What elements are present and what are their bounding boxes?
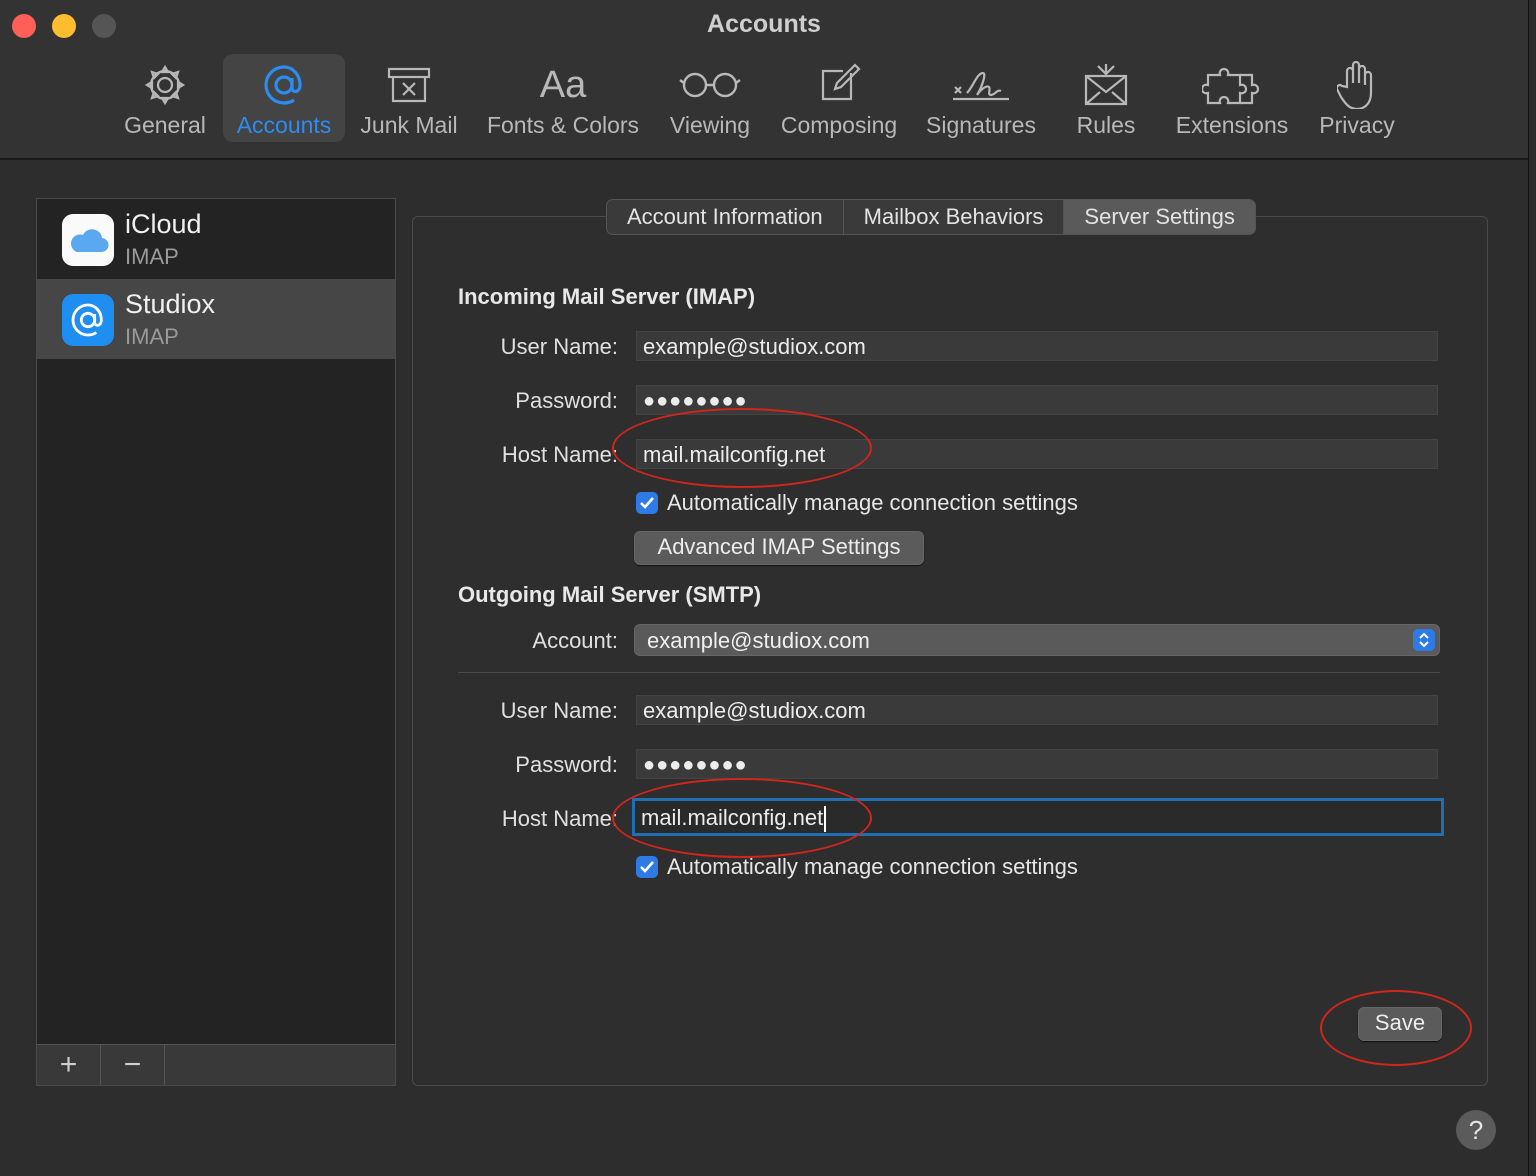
toolbar-item-composing[interactable]: Composing: [772, 54, 906, 142]
account-row-icloud[interactable]: iCloud IMAP: [37, 199, 395, 279]
add-account-button[interactable]: +: [37, 1045, 101, 1085]
toolbar-label: Rules: [1076, 112, 1136, 138]
field-value: mail.mailconfig.net: [641, 805, 824, 830]
window-title: Accounts: [707, 10, 821, 38]
toolbar-label: Accounts: [236, 112, 332, 138]
toolbar-item-extensions[interactable]: Extensions: [1168, 54, 1296, 142]
incoming-host-label: Host Name:: [501, 442, 618, 467]
incoming-user-label: User Name:: [500, 334, 618, 359]
toolbar-label: Viewing: [669, 112, 751, 138]
incoming-password-label: Password:: [515, 388, 618, 413]
incoming-auto-manage-checkbox[interactable]: Automatically manage connection settings: [636, 490, 1078, 516]
settings-tab-bar: Account Information Mailbox Behaviors Se…: [606, 199, 1256, 235]
advanced-imap-settings-button[interactable]: Advanced IMAP Settings: [634, 531, 924, 565]
select-value: example@studiox.com: [647, 628, 870, 653]
compose-pencil-icon: [817, 60, 861, 110]
toolbar-item-junk-mail[interactable]: Junk Mail: [352, 54, 466, 142]
toolbar-label: Composing: [780, 112, 898, 138]
at-sign-icon: [260, 60, 308, 110]
toolbar-item-privacy[interactable]: Privacy: [1312, 54, 1402, 142]
toolbar-label: Privacy: [1319, 112, 1395, 138]
checkmark-icon: [636, 492, 658, 514]
checkbox-label: Automatically manage connection settings: [667, 854, 1078, 879]
section-divider: [458, 672, 1440, 673]
text-caret: [824, 806, 827, 833]
outgoing-user-label: User Name:: [500, 698, 618, 723]
outgoing-auto-manage-checkbox[interactable]: Automatically manage connection settings: [636, 854, 1078, 880]
signature-icon: [949, 60, 1013, 110]
preferences-window: Accounts General Accounts Junk Mail Aa F…: [0, 0, 1529, 1176]
account-list: iCloud IMAP Studiox IMAP: [36, 198, 396, 1046]
junk-tray-icon: [385, 60, 433, 110]
outgoing-password-field[interactable]: ●●●●●●●●: [636, 749, 1438, 779]
toolbar-label: Fonts & Colors: [486, 112, 640, 138]
incoming-password-field[interactable]: ●●●●●●●●: [636, 385, 1438, 415]
tab-mailbox-behaviors[interactable]: Mailbox Behaviors: [844, 200, 1065, 234]
toolbar-label: Signatures: [926, 112, 1036, 138]
outgoing-host-name-field[interactable]: mail.mailconfig.net: [632, 798, 1444, 836]
chevron-up-down-icon: [1413, 629, 1435, 651]
outgoing-host-label: Host Name:: [501, 806, 618, 831]
toolbar-label: Junk Mail: [360, 112, 458, 138]
help-button[interactable]: ?: [1456, 1110, 1496, 1150]
gear-icon: [143, 60, 187, 110]
envelope-rules-icon: [1082, 60, 1130, 110]
toolbar-item-accounts[interactable]: Accounts: [223, 54, 345, 142]
toolbar-item-viewing[interactable]: Viewing: [662, 54, 758, 142]
at-sign-icon: [62, 294, 114, 346]
checkmark-icon: [636, 856, 658, 878]
toolbar: Accounts General Accounts Junk Mail Aa F…: [0, 0, 1528, 160]
account-row-studiox[interactable]: Studiox IMAP: [37, 279, 395, 359]
puzzle-piece-icon: [1202, 60, 1262, 110]
tab-account-information[interactable]: Account Information: [607, 200, 844, 234]
checkbox-label: Automatically manage connection settings: [667, 490, 1078, 515]
outgoing-account-label: Account:: [532, 628, 618, 653]
account-name: Studiox: [125, 289, 216, 319]
save-button[interactable]: Save: [1358, 1007, 1442, 1041]
account-type: IMAP: [125, 244, 179, 269]
outgoing-section-title: Outgoing Mail Server (SMTP): [458, 582, 762, 607]
glasses-icon: [678, 60, 742, 110]
incoming-user-name-field[interactable]: example@studiox.com: [636, 331, 1438, 361]
account-name: iCloud: [125, 209, 202, 239]
toolbar-item-general[interactable]: General: [112, 54, 218, 142]
outgoing-account-select[interactable]: example@studiox.com: [634, 624, 1440, 656]
icloud-icon: [62, 214, 114, 266]
outgoing-password-label: Password:: [515, 752, 618, 777]
tab-server-settings[interactable]: Server Settings: [1064, 200, 1255, 234]
remove-account-button[interactable]: −: [101, 1045, 165, 1085]
account-list-controls: + −: [36, 1044, 396, 1086]
font-aa-icon: Aa: [539, 63, 587, 106]
toolbar-label: Extensions: [1175, 112, 1289, 138]
toolbar-label: General: [124, 112, 206, 138]
account-type: IMAP: [125, 324, 179, 349]
toolbar-item-rules[interactable]: Rules: [1066, 54, 1146, 142]
toolbar-item-signatures[interactable]: Signatures: [918, 54, 1044, 142]
incoming-host-name-field[interactable]: mail.mailconfig.net: [636, 439, 1438, 469]
outgoing-user-name-field[interactable]: example@studiox.com: [636, 695, 1438, 725]
hand-icon: [1337, 60, 1377, 110]
toolbar-item-fonts-colors[interactable]: Aa Fonts & Colors: [480, 54, 646, 142]
incoming-section-title: Incoming Mail Server (IMAP): [458, 284, 756, 309]
